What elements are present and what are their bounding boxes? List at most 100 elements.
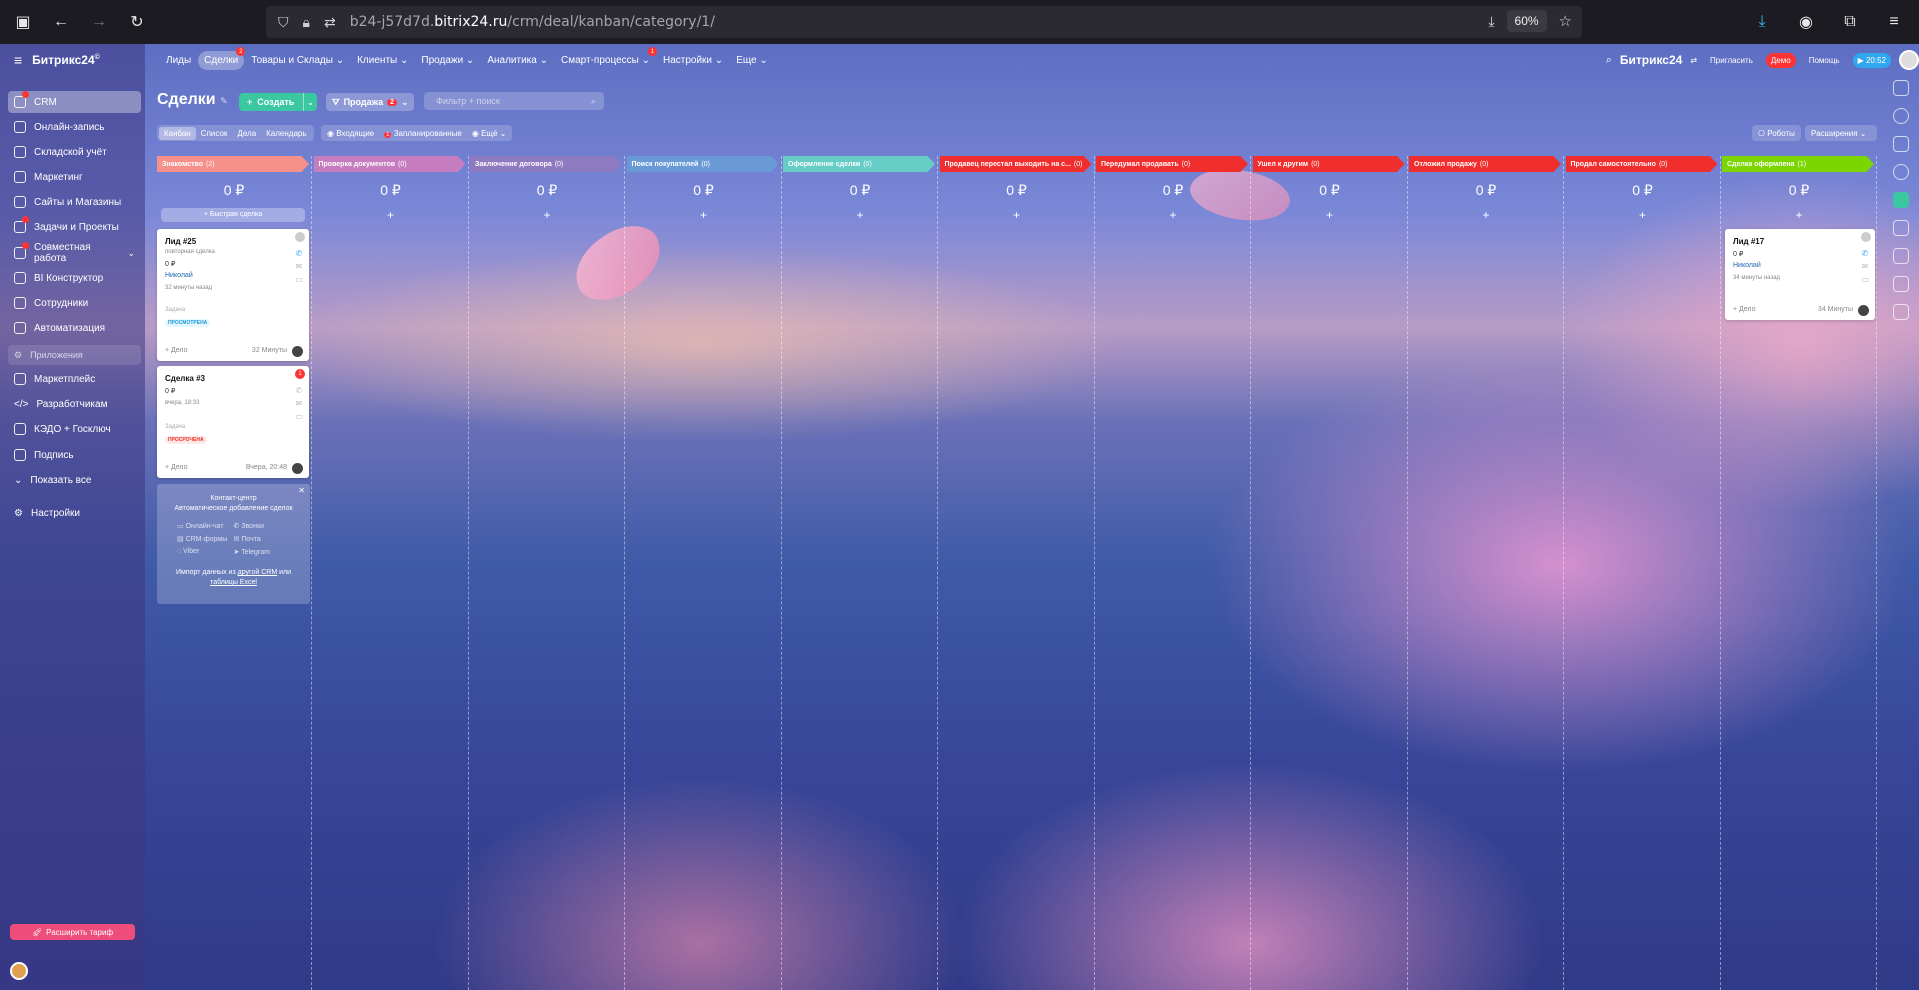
- add-deal-plus-icon[interactable]: +: [1095, 208, 1251, 222]
- deal-card[interactable]: Лид #17 0 ₽ Николай 34 минуты назад ✆ ✉ ▭ …: [1725, 229, 1875, 320]
- back-icon[interactable]: ←: [46, 7, 76, 37]
- extensions-button[interactable]: Расширения ⌄: [1805, 125, 1877, 141]
- add-deal-plus-icon[interactable]: +: [1721, 208, 1877, 222]
- pipeline-selector[interactable]: ⛛ Продажа 2 ⌄: [326, 93, 414, 111]
- add-deal-plus-icon[interactable]: +: [1408, 208, 1564, 222]
- menu-icon[interactable]: ≡: [1879, 7, 1909, 37]
- sidebar-item-collaboration[interactable]: Совместная работа ⌄: [8, 242, 141, 264]
- create-button[interactable]: + Создать ⌄: [239, 93, 317, 111]
- chat-icon[interactable]: ▭: [295, 275, 303, 284]
- sidebar-toggle-icon[interactable]: ▣: [8, 7, 38, 37]
- sidebar-item-sites[interactable]: Сайты и Магазины: [8, 191, 141, 213]
- downloads-icon[interactable]: ⤓: [1747, 7, 1777, 37]
- chat-icon[interactable]: [1893, 220, 1909, 236]
- address-bar[interactable]: ⛉ 🔒︎ ⇄ b24-j57d7d.bitrix24.ru/crm/deal/k…: [266, 6, 1582, 38]
- nav-smart-processes[interactable]: Смарт-процессы ⌄ 1: [555, 47, 657, 70]
- preset-planned[interactable]: 1 Запланированные: [384, 129, 462, 138]
- sidebar-item-automation[interactable]: Автоматизация: [8, 317, 141, 339]
- hamburger-icon[interactable]: ≡: [14, 52, 22, 68]
- chat-icon[interactable]: ▭: [1861, 275, 1869, 284]
- sidebar-item-settings[interactable]: ⚙ Настройки: [8, 502, 141, 524]
- invite-button[interactable]: Пригласить: [1705, 53, 1758, 68]
- column-header[interactable]: Оформление сделки (0): [783, 156, 935, 172]
- nav-sales[interactable]: Продажи ⌄: [415, 51, 480, 70]
- nav-clients[interactable]: Клиенты ⌄: [351, 51, 414, 70]
- tab-calendar[interactable]: Календарь: [261, 127, 311, 140]
- column-header[interactable]: Проверка документов (0): [313, 156, 466, 172]
- column-header[interactable]: Сделка оформлена (1): [1722, 156, 1874, 172]
- forward-icon[interactable]: →: [84, 7, 114, 37]
- card-contact-link[interactable]: Николай: [165, 272, 193, 279]
- deal-card[interactable]: Лид #25 повторная сделка 0 ₽ Николай 32 …: [157, 229, 309, 361]
- lock-icon[interactable]: 🔒︎: [303, 14, 310, 31]
- search-icon[interactable]: [1893, 164, 1909, 180]
- column-header[interactable]: Знакомство (2): [157, 156, 309, 172]
- sidebar-item-kedo[interactable]: КЭДО + Госключ: [8, 418, 141, 440]
- cc-crm-forms[interactable]: ▤ CRM-формы: [177, 535, 234, 543]
- preset-more[interactable]: ◉ Ещё ⌄: [472, 129, 507, 138]
- search-icon[interactable]: ⌕: [591, 96, 596, 107]
- nav-settings[interactable]: Настройки ⌄: [657, 51, 729, 70]
- sidebar-item-marketing[interactable]: Маркетинг: [8, 166, 141, 188]
- add-activity-link[interactable]: + Дело: [1733, 306, 1756, 313]
- phone-icon[interactable]: ✆: [295, 386, 303, 395]
- user-avatar[interactable]: [10, 962, 28, 980]
- add-deal-plus-icon[interactable]: +: [939, 208, 1095, 222]
- cc-viber[interactable]: ◌ Viber: [177, 548, 234, 556]
- tab-kanban[interactable]: Канбан: [159, 126, 196, 140]
- nav-products[interactable]: Товары и Склады ⌄: [245, 51, 350, 70]
- column-header[interactable]: Продал самостоятельно (0): [1565, 156, 1718, 172]
- sidebar-item-developers[interactable]: </> Разработчикам: [8, 393, 141, 415]
- profile-avatar[interactable]: [1899, 50, 1919, 70]
- upgrade-plan-button[interactable]: 🚀︎ Расширить тариф: [10, 924, 135, 940]
- cc-mail[interactable]: ✉ Почта: [234, 535, 291, 543]
- nav-analytics[interactable]: Аналитика ⌄: [481, 51, 554, 70]
- sidebar-section-apps[interactable]: ⚙ Приложения: [8, 345, 141, 365]
- workday-timer[interactable]: ▶ 20:52: [1852, 52, 1891, 68]
- cc-online-chat[interactable]: ▭ Онлайн-чат: [177, 522, 234, 530]
- add-deal-plus-icon[interactable]: +: [1252, 208, 1408, 222]
- close-icon[interactable]: ✕: [298, 486, 305, 495]
- card-contact-link[interactable]: Николай: [1733, 262, 1761, 269]
- extensions-icon[interactable]: ⧉: [1835, 7, 1865, 37]
- shield-icon[interactable]: ⛉: [278, 14, 289, 31]
- cc-calls[interactable]: ✆ Звонки: [234, 522, 291, 530]
- card-title[interactable]: Сделка #3: [165, 374, 205, 383]
- help-circle-icon[interactable]: [1893, 108, 1909, 124]
- sidebar-item-inventory[interactable]: Складской учёт: [8, 141, 141, 163]
- sidebar-item-signature[interactable]: Подпись: [8, 444, 141, 466]
- mail-icon[interactable]: ✉: [1861, 262, 1869, 271]
- notifications-icon[interactable]: [1893, 80, 1909, 96]
- column-header[interactable]: Передумал продавать (0): [1096, 156, 1248, 172]
- permissions-icon[interactable]: ⇄: [324, 14, 336, 31]
- cc-telegram[interactable]: ➤ Telegram: [234, 548, 291, 556]
- nav-more[interactable]: Еще ⌄: [730, 51, 774, 70]
- sidebar-item-marketplace[interactable]: Маркетплейс: [8, 368, 141, 390]
- sidebar-item-bi[interactable]: BI Конструктор: [8, 267, 141, 289]
- card-avatar[interactable]: [1858, 305, 1869, 316]
- phone-icon[interactable]: ✆: [1861, 249, 1869, 258]
- chat-icon[interactable]: ▭: [295, 412, 303, 421]
- nav-leads[interactable]: Лиды: [160, 51, 197, 70]
- switch-icon[interactable]: ⇄: [1690, 56, 1697, 65]
- sidebar-item-employees[interactable]: Сотрудники: [8, 292, 141, 314]
- video-icon[interactable]: [1893, 304, 1909, 320]
- calendar-icon[interactable]: [1893, 248, 1909, 264]
- filter-search-input[interactable]: Фильтр + поиск ⌕: [424, 92, 604, 110]
- import-other-crm-link[interactable]: другой CRM: [238, 569, 278, 576]
- mail-icon[interactable]: ✉: [295, 262, 303, 271]
- column-header[interactable]: Отложил продажу (0): [1409, 156, 1561, 172]
- sidebar-show-all[interactable]: ⌄ Показать все: [8, 469, 141, 491]
- search-icon[interactable]: ⌕: [1606, 54, 1612, 67]
- tab-list[interactable]: Список: [196, 127, 233, 140]
- card-title[interactable]: Лид #25: [165, 237, 196, 246]
- sidebar-item-crm[interactable]: CRM: [8, 91, 141, 113]
- add-deal-plus-icon[interactable]: +: [626, 208, 782, 222]
- add-deal-plus-icon[interactable]: +: [1565, 208, 1721, 222]
- settings-icon[interactable]: [1893, 136, 1909, 152]
- bookmark-star-icon[interactable]: ☆: [1559, 12, 1572, 30]
- phone-icon[interactable]: ✆: [295, 249, 303, 258]
- chevron-down-icon[interactable]: ⌄: [303, 93, 317, 111]
- nav-deals[interactable]: Сделки 2: [198, 47, 246, 70]
- add-activity-link[interactable]: + Дело: [165, 347, 188, 354]
